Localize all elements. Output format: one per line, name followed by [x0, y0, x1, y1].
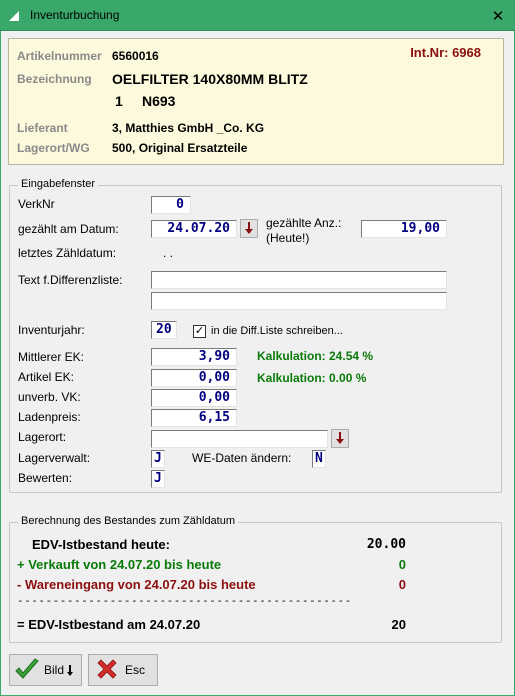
arrow-down-icon — [336, 432, 344, 444]
bild-button-label: Bild — [44, 663, 65, 677]
mittlerer-ek-label: Mittlerer EK: — [18, 350, 85, 364]
ladenpreis-field[interactable]: 6,15 — [151, 409, 237, 427]
bild-button[interactable]: Bild — [9, 654, 82, 686]
bezeichnung-label: Bezeichnung — [17, 72, 92, 86]
letztes-zaehldatum-value: . . — [163, 246, 174, 260]
lagerverwalt-field[interactable]: J — [151, 450, 165, 468]
arrow-down-icon — [245, 222, 253, 234]
text-differenzliste-field-2[interactable] — [151, 292, 447, 310]
kalkulation-2: Kalkulation: 0.00 % — [257, 371, 367, 385]
anz-label-1: gezählte Anz.: — [266, 216, 342, 230]
verknr-label: VerkNr — [18, 197, 55, 211]
lieferant-value: 3, Matthies GmbH _Co. KG — [112, 121, 265, 135]
inventurjahr-field[interactable]: 20 — [151, 321, 177, 339]
entry-legend: Eingabefenster — [18, 178, 98, 190]
inventurjahr-label: Inventurjahr: — [18, 323, 85, 337]
text-differenzliste-field-1[interactable] — [151, 271, 447, 289]
diff-liste-checkbox-label: in die Diff.Liste schreiben... — [211, 325, 343, 337]
mittlerer-ek-field[interactable]: 3,90 — [151, 348, 237, 366]
esc-button-label: Esc — [125, 663, 146, 677]
text-differenzliste-label: Text f.Differenzliste: — [18, 273, 123, 287]
artikel-ek-field[interactable]: 0,00 — [151, 369, 237, 387]
bezeichnung-line2-a: 1 — [115, 93, 123, 109]
calc-divider: ----------------------------------------… — [17, 594, 352, 607]
lagerort-wg-value: 500, Original Ersatzteile — [112, 141, 248, 155]
unverb-vk-field[interactable]: 0,00 — [151, 389, 237, 407]
verknr-field[interactable]: 0 — [151, 196, 191, 214]
window-title: Inventurbuchung — [30, 8, 120, 22]
bezeichnung-line2-b: N693 — [142, 93, 176, 109]
lagerverwalt-label: Lagerverwalt: — [18, 451, 91, 465]
ist-label: EDV-Istbestand heute: — [32, 537, 170, 552]
title-bar: Inventurbuchung ✕ — [0, 0, 515, 31]
kalkulation-1: Kalkulation: 24.54 % — [257, 349, 374, 363]
artikel-ek-label: Artikel EK: — [18, 370, 75, 384]
int-nr: Int.Nr: 6968 — [410, 45, 481, 60]
letztes-zaehldatum-label: letztes Zähldatum: — [18, 246, 117, 260]
bewerten-label: Bewerten: — [18, 471, 73, 485]
checkmark-icon — [15, 658, 39, 679]
we-daten-field[interactable]: N — [312, 450, 326, 468]
lagerort-wg-label: Lagerort/WG — [17, 141, 90, 155]
lagerort-dropdown-button[interactable] — [331, 429, 349, 448]
calc-legend: Berechnung des Bestandes zum Zähldatum — [18, 515, 239, 527]
result-value: 20 — [391, 617, 406, 632]
artikelnummer-value: 6560016 — [112, 49, 159, 63]
diff-liste-checkbox[interactable]: ✓ — [193, 325, 206, 338]
wareneingang-label: - Wareneingang von 24.07.20 bis heute — [17, 577, 256, 592]
result-label: = EDV-Istbestand am 24.07.20 — [17, 617, 201, 632]
unverb-vk-label: unverb. VK: — [18, 390, 81, 404]
ist-value: 20.00 — [366, 537, 406, 552]
lagerort-field[interactable] — [151, 430, 328, 448]
datum-dropdown-button[interactable] — [240, 219, 258, 238]
verkauft-value: 0 — [398, 557, 406, 572]
lagerort-label: Lagerort: — [18, 430, 67, 444]
datum-field[interactable]: 24.07.20 — [151, 220, 237, 238]
bewerten-field[interactable]: J — [151, 470, 165, 488]
close-icon[interactable]: ✕ — [481, 0, 515, 31]
bezeichnung-line1: OELFILTER 140X80MM BLITZ — [112, 71, 308, 87]
we-daten-label: WE-Daten ändern: — [192, 451, 292, 465]
app-icon — [9, 11, 19, 21]
lieferant-label: Lieferant — [17, 121, 68, 135]
datum-label: gezählt am Datum: — [18, 222, 119, 236]
wareneingang-value: 0 — [398, 577, 406, 592]
x-cancel-icon — [97, 659, 117, 679]
verkauft-label: + Verkauft von 24.07.20 bis heute — [17, 557, 222, 572]
anz-label-2: (Heute!) — [266, 231, 310, 245]
article-info-panel: Artikelnummer 6560016 Int.Nr: 6968 Bezei… — [8, 38, 504, 165]
arrow-down-small-icon — [67, 664, 74, 676]
ladenpreis-label: Ladenpreis: — [18, 410, 81, 424]
anz-field[interactable]: 19,00 — [361, 220, 447, 238]
artikelnummer-label: Artikelnummer — [17, 49, 102, 63]
esc-button[interactable]: Esc — [88, 654, 158, 686]
